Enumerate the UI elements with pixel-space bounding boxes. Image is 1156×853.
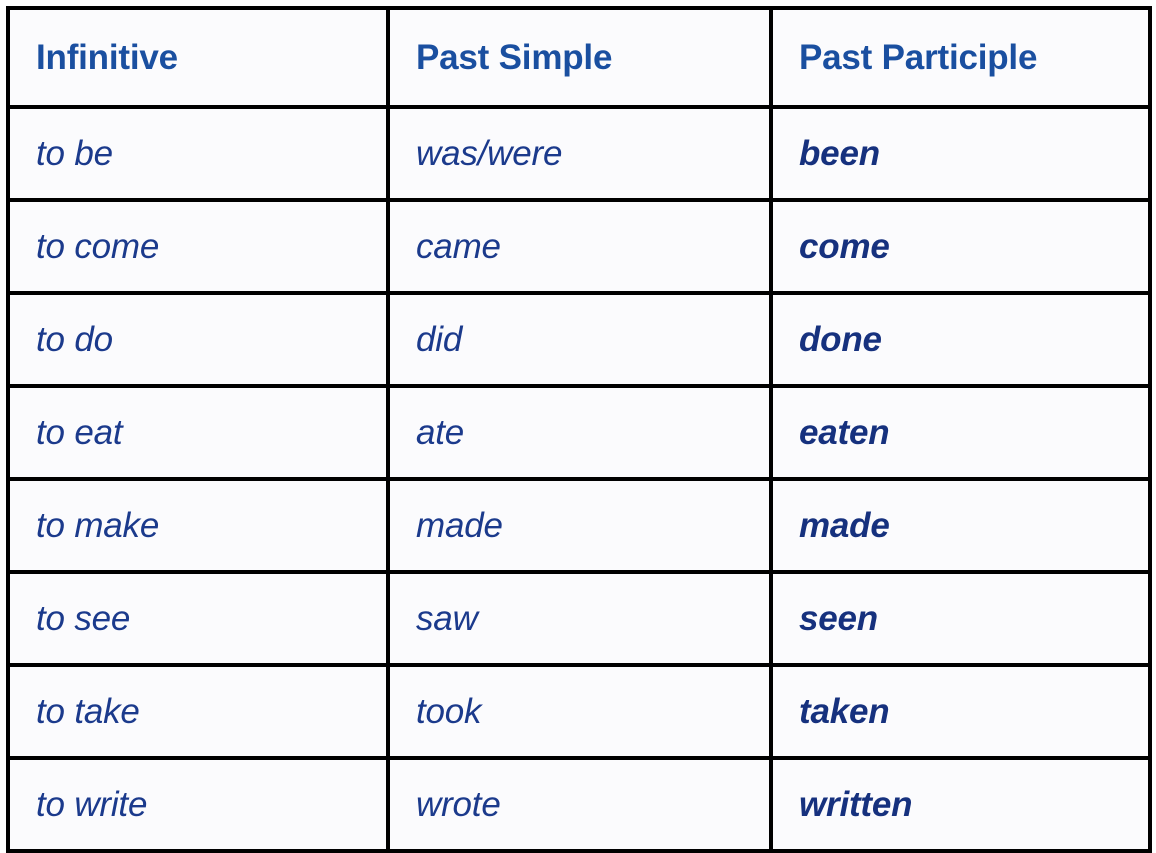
cell-past-simple: was/were [386,105,773,202]
table-row: to see saw seen [6,570,1152,667]
cell-past-participle: eaten [769,384,1152,481]
cell-infinitive: to be [6,105,390,202]
table-row: to do did done [6,291,1152,388]
cell-infinitive: to eat [6,384,390,481]
column-header-past-participle: Past Participle [769,6,1152,109]
table-row: to be was/were been [6,105,1152,202]
column-header-past-simple: Past Simple [386,6,773,109]
column-header-infinitive: Infinitive [6,6,390,109]
cell-infinitive: to make [6,477,390,574]
cell-past-simple: wrote [386,756,773,853]
cell-infinitive: to do [6,291,390,388]
table-row: to eat ate eaten [6,384,1152,481]
cell-past-simple: ate [386,384,773,481]
cell-past-participle: done [769,291,1152,388]
table-row: to make made made [6,477,1152,574]
cell-past-simple: came [386,198,773,295]
cell-past-simple: did [386,291,773,388]
verb-table-container: Infinitive Past Simple Past Participle t… [0,0,1156,853]
cell-past-simple: made [386,477,773,574]
cell-past-simple: saw [386,570,773,667]
table-row: to write wrote written [6,756,1152,853]
cell-past-participle: been [769,105,1152,202]
cell-infinitive: to see [6,570,390,667]
table-row: to take took taken [6,663,1152,760]
cell-infinitive: to write [6,756,390,853]
cell-infinitive: to take [6,663,390,760]
cell-past-participle: seen [769,570,1152,667]
table-header-row: Infinitive Past Simple Past Participle [6,6,1152,109]
cell-infinitive: to come [6,198,390,295]
cell-past-participle: taken [769,663,1152,760]
cell-past-participle: made [769,477,1152,574]
cell-past-simple: took [386,663,773,760]
table-header: Infinitive Past Simple Past Participle [6,6,1152,109]
cell-past-participle: written [769,756,1152,853]
table-row: to come came come [6,198,1152,295]
irregular-verbs-table: Infinitive Past Simple Past Participle t… [6,6,1152,853]
cell-past-participle: come [769,198,1152,295]
table-body: to be was/were been to come came come to… [6,105,1152,853]
